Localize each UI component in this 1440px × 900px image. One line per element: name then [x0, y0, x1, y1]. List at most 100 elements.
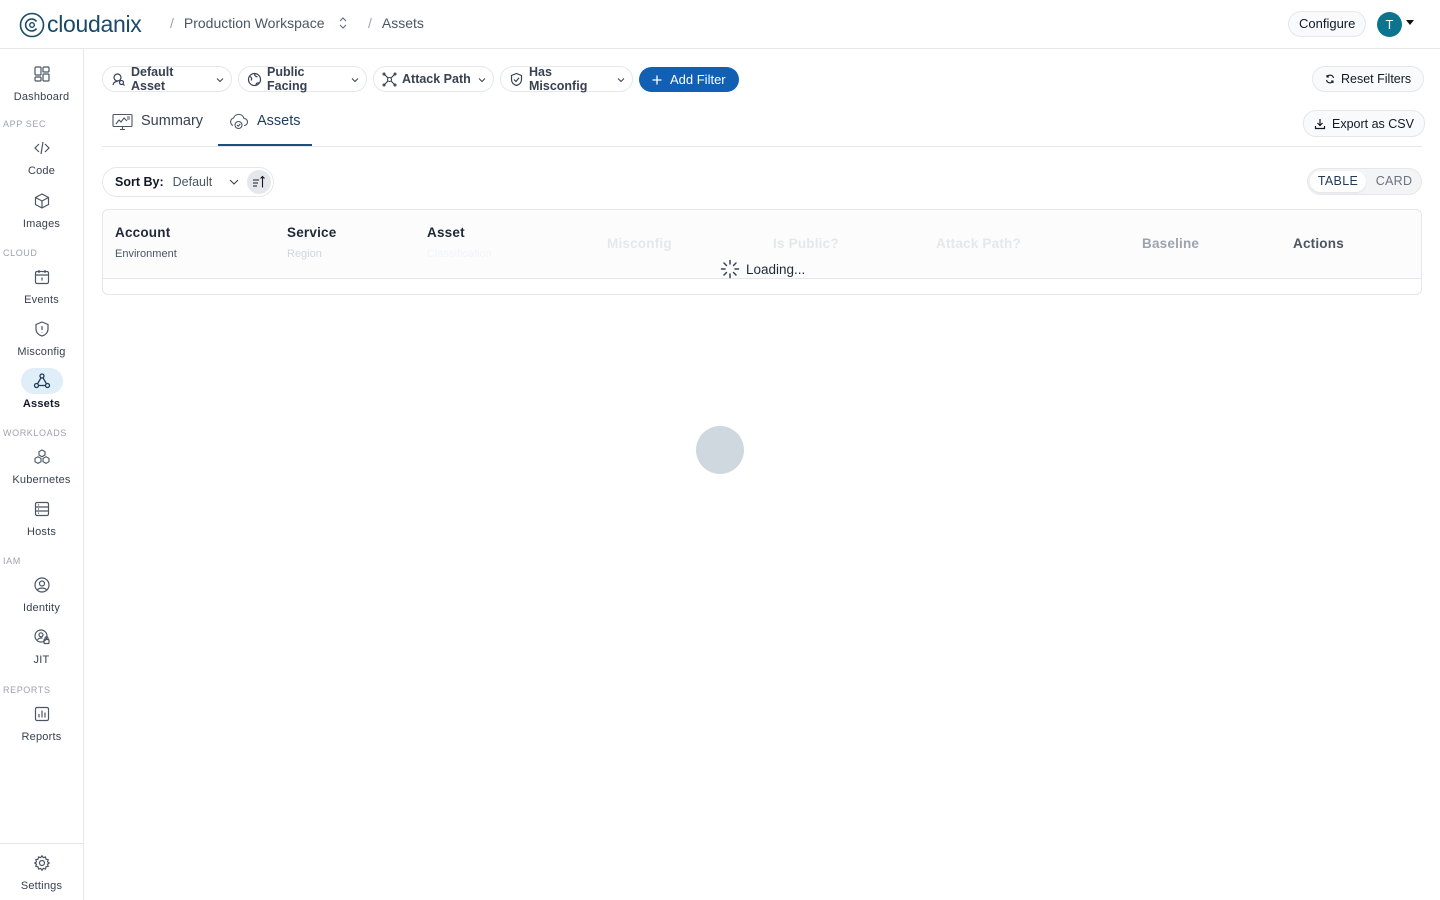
download-icon — [1314, 118, 1326, 130]
sidebar-item-images[interactable]: Images — [0, 188, 83, 230]
filter-has-misconfig[interactable]: Has Misconfig — [500, 65, 633, 93]
caret-down-icon[interactable] — [1406, 20, 1414, 25]
chevron-down-icon — [216, 76, 224, 83]
tab-label: Assets — [257, 113, 301, 129]
chevron-down-icon — [229, 178, 239, 186]
chevron-down-icon — [351, 76, 359, 83]
calendar-icon — [21, 264, 63, 290]
chevron-down-icon — [617, 76, 625, 83]
dashboard-icon — [21, 61, 63, 87]
section-label-iam: IAM — [3, 556, 21, 566]
gear-icon — [21, 850, 63, 876]
filter-public-facing[interactable]: Public Facing — [238, 65, 367, 93]
view-card-option[interactable]: CARD — [1370, 171, 1418, 192]
cubes-icon — [21, 444, 63, 470]
sidebar-item-label: Misconfig — [17, 346, 66, 358]
sidebar-item-code[interactable]: Code — [0, 135, 83, 177]
column-header-asset[interactable]: Asset — [427, 225, 465, 240]
reset-filters-label: Reset Filters — [1341, 72, 1412, 86]
configure-button[interactable]: Configure — [1288, 11, 1367, 37]
assets-table: Account Environment Service Region Asset… — [102, 209, 1422, 295]
sidebar-item-label: Events — [24, 294, 59, 306]
section-label-reports: REPORTS — [3, 685, 51, 695]
filter-label: Attack Path — [402, 72, 471, 86]
workspace-name: Production Workspace — [183, 15, 325, 31]
column-header-attack-path[interactable]: Attack Path? — [936, 236, 1021, 251]
report-chart-icon — [21, 701, 63, 727]
user-circle-icon — [21, 572, 63, 598]
cloudanix-logo-icon — [19, 12, 45, 38]
add-filter-button[interactable]: Add Filter — [639, 67, 739, 92]
spinner-icon — [720, 259, 740, 279]
sort-direction-button[interactable] — [247, 170, 271, 194]
sidebar-item-label: Images — [22, 218, 61, 230]
column-header-account[interactable]: Account — [115, 225, 170, 240]
sidebar-item-events[interactable]: Events — [0, 264, 83, 306]
cube-icon — [21, 188, 63, 214]
sort-by-value: Default — [172, 175, 213, 189]
reset-filters-button[interactable]: Reset Filters — [1312, 66, 1425, 92]
globe-icon — [247, 72, 262, 87]
column-header-is-public[interactable]: Is Public? — [773, 236, 839, 251]
view-table-option[interactable]: TABLE — [1310, 171, 1366, 192]
breadcrumb-workspace[interactable]: / Production Workspace — [170, 15, 348, 31]
sidebar-item-misconfig[interactable]: Misconfig — [0, 316, 83, 358]
column-header-actions: Actions — [1293, 236, 1344, 251]
column-subheader-classification: Classification — [427, 248, 492, 260]
sidebar-item-identity[interactable]: Identity — [0, 572, 83, 614]
sidebar-item-label: Hosts — [26, 526, 57, 538]
sidebar-item-label: Dashboard — [13, 91, 70, 103]
plus-icon — [652, 75, 662, 85]
network-icon — [20, 368, 63, 394]
sidebar-item-hosts[interactable]: Hosts — [0, 496, 83, 538]
export-csv-button[interactable]: Export as CSV — [1303, 110, 1425, 137]
tab-label: Summary — [141, 113, 204, 129]
attack-path-icon — [382, 71, 397, 87]
chevron-updown-icon — [338, 16, 348, 30]
avatar[interactable]: T — [1377, 12, 1402, 37]
breadcrumb-separator: / — [368, 15, 372, 31]
breadcrumb-page: / Assets — [368, 15, 424, 31]
sidebar-item-label: Code — [27, 165, 56, 177]
filter-label: Has Misconfig — [529, 65, 588, 93]
column-subheader-region: Region — [287, 248, 322, 260]
sidebar-item-settings[interactable]: Settings — [0, 850, 83, 892]
column-header-misconfig[interactable]: Misconfig — [607, 236, 672, 251]
shield-icon — [21, 316, 63, 342]
sidebar-item-jit[interactable]: JIT — [0, 624, 83, 666]
filter-label: Default Asset — [131, 65, 174, 93]
shield-check-icon — [509, 72, 524, 87]
sidebar-item-label: Reports — [21, 731, 62, 743]
sidebar-item-kubernetes[interactable]: Kubernetes — [0, 444, 83, 486]
chevron-down-icon — [478, 76, 486, 83]
loading-text: Loading... — [746, 261, 806, 277]
asset-search-icon — [111, 72, 126, 87]
column-header-baseline[interactable]: Baseline — [1142, 236, 1199, 251]
sidebar-item-reports[interactable]: Reports — [0, 701, 83, 743]
section-label-cloud: CLOUD — [3, 248, 38, 258]
tab-summary[interactable]: Summary — [112, 113, 203, 147]
filter-attack-path[interactable]: Attack Path — [373, 66, 494, 92]
export-csv-label: Export as CSV — [1332, 116, 1414, 131]
tab-assets[interactable]: Assets — [228, 113, 301, 147]
summary-monitor-icon — [112, 113, 133, 131]
sidebar-item-label: Assets — [22, 398, 61, 410]
sidebar-item-label: Settings — [20, 880, 63, 892]
user-lock-icon — [21, 624, 63, 650]
section-label-workloads: WORKLOADS — [3, 428, 67, 438]
column-subheader-environment: Environment — [115, 248, 177, 260]
loading-indicator: Loading... — [720, 259, 805, 279]
sidebar-item-label: Identity — [22, 602, 61, 614]
filter-default-asset[interactable]: Default Asset — [102, 65, 232, 93]
server-icon — [21, 496, 63, 522]
brand-logo[interactable]: cloudanix — [19, 11, 142, 38]
column-header-service[interactable]: Service — [287, 225, 336, 240]
sidebar-divider — [0, 843, 83, 844]
sort-ascending-icon — [252, 175, 266, 189]
sidebar-item-dashboard[interactable]: Dashboard — [0, 61, 83, 103]
tabs-divider — [102, 146, 1422, 147]
add-filter-label: Add Filter — [670, 72, 726, 87]
brand-name: cloudanix — [47, 11, 142, 37]
cloud-asset-icon — [228, 113, 249, 131]
sidebar-item-assets[interactable]: Assets — [0, 368, 83, 410]
